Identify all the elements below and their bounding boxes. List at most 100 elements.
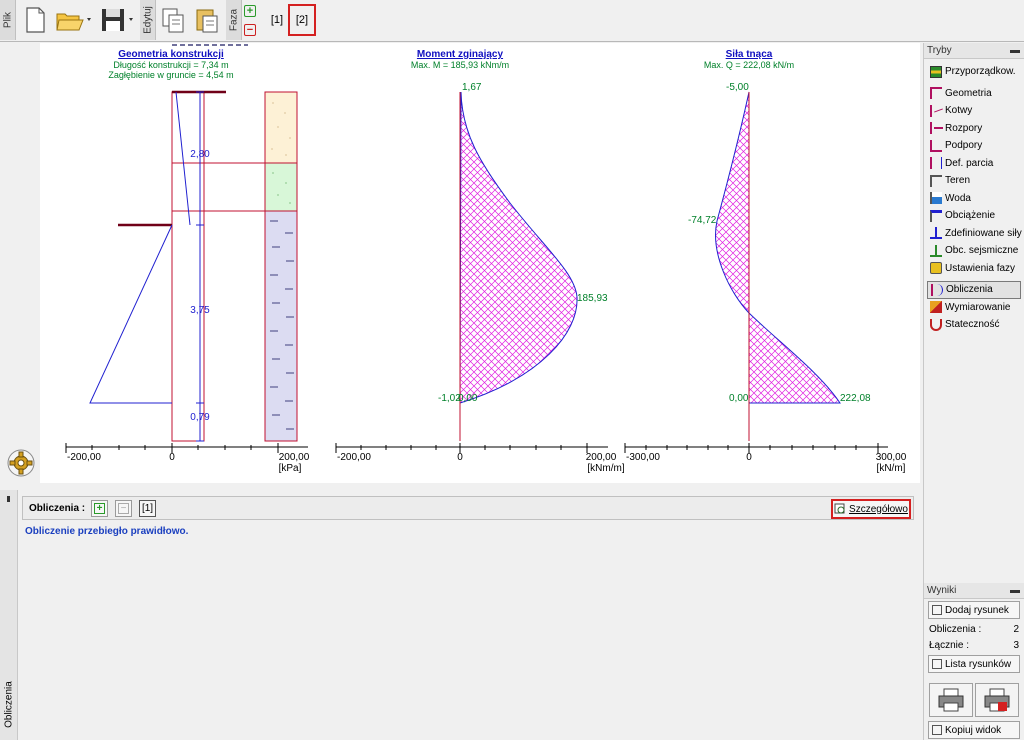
mode-surcharge[interactable]: Obciążenie (924, 207, 1024, 225)
shear-label-top: -5,00 (726, 82, 749, 93)
soil-layer-1 (264, 91, 298, 164)
new-file-icon (26, 7, 45, 33)
geometry-length: Długość konstrukcji = 7,34 m (113, 60, 228, 70)
stability-icon (930, 318, 942, 331)
mode-stability[interactable]: Stateczność (924, 316, 1024, 334)
left-strip (0, 43, 40, 483)
surcharge-icon (930, 209, 942, 222)
open-file-button[interactable] (54, 4, 94, 36)
mode-forces[interactable]: Zdefiniowane siły (924, 225, 1024, 243)
results-drawing[interactable]: Geometria konstrukcji Długość konstrukcj… (40, 43, 920, 483)
analysis-bar: Obliczenia : + − [1] Szczegółowo (22, 496, 914, 520)
plus-icon: + (94, 503, 105, 514)
shear-tick-minus: -300,00 (626, 452, 660, 463)
mode-pressure-def[interactable]: Def. parcia (924, 155, 1024, 173)
moment-title: Moment zginający (417, 49, 504, 60)
shear-label-zero: 0,00 (729, 393, 749, 404)
mode-water[interactable]: Woda (924, 190, 1024, 208)
dim-2-80: 2,80 (190, 149, 210, 160)
details-button[interactable]: Szczegółowo (831, 499, 911, 519)
moment-tick-zero: 0 (457, 452, 463, 463)
geometry-depth: Zagłębienie w gruncie = 4,54 m (108, 70, 233, 80)
shear-tick-zero: 0 (746, 452, 752, 463)
mode-terrain[interactable]: Teren (924, 172, 1024, 190)
mode-dimensioning[interactable]: Wymiarowanie (924, 299, 1024, 317)
chevron-down-icon (87, 18, 91, 21)
settings-button[interactable] (6, 448, 36, 478)
gear-icon (7, 449, 35, 477)
mode-anchors[interactable]: Kotwy (924, 102, 1024, 120)
dim-3-75: 3,75 (190, 305, 210, 316)
floppy-disk-icon (102, 9, 133, 31)
analysis-1-button[interactable]: [1] (139, 500, 156, 517)
mode-earthquake[interactable]: Obc. sejsmiczne (924, 242, 1024, 260)
phase-1-button[interactable]: [1] (266, 8, 288, 32)
main-toolbar: Plik Edytuj Faza + − [1] [2] (0, 0, 1024, 42)
moment-unit: [kNm/m] (587, 463, 624, 474)
moment-curve (459, 91, 578, 404)
copy-icon (162, 8, 184, 33)
bottom-tab-analysis[interactable]: Obliczenia (0, 490, 18, 740)
mode-analysis[interactable]: Obliczenia (927, 281, 1021, 299)
copy-view-button[interactable]: Kopiuj widok (928, 721, 1020, 739)
dim-0-79: 0,79 (190, 412, 210, 423)
copy-button[interactable] (158, 4, 188, 36)
save-file-button[interactable] (98, 4, 138, 36)
geometry-title: Geometria konstrukcji (118, 49, 224, 60)
tab-file[interactable]: Plik (0, 0, 16, 40)
print-button[interactable] (929, 683, 973, 717)
diagram-canvas: Geometria konstrukcji Długość konstrukcj… (65, 44, 907, 474)
mode-supports[interactable]: Podpory (924, 137, 1024, 155)
shear-label-min: -74,72 (688, 215, 717, 226)
props-icon (930, 122, 943, 135)
geometry-tick-plus: 200,00 (279, 452, 310, 463)
collapse-icon[interactable]: ▬ (1010, 45, 1020, 56)
geometry-icon (930, 87, 942, 100)
water-icon (930, 192, 942, 205)
moment-tick-plus: 200,00 (586, 452, 617, 463)
dimensioning-icon (930, 301, 942, 314)
remove-phase-button[interactable]: − (244, 24, 256, 36)
tab-phase[interactable]: Faza (226, 0, 242, 40)
wall-outline (171, 91, 205, 442)
shear-tick-plus: 300,00 (876, 452, 907, 463)
tab-edit[interactable]: Edytuj (140, 0, 156, 40)
phase-2-button[interactable]: [2] (288, 4, 316, 36)
print-export-button[interactable] (975, 683, 1019, 717)
moment-diagram: 1,67 185,93 -1,02 0,00 -200,00 0 200,00 … (335, 82, 625, 474)
open-folder-icon (56, 13, 91, 31)
collapse-icon[interactable]: ▬ (1010, 585, 1020, 596)
supports-icon (930, 139, 942, 152)
geometry-unit: [kPa] (279, 463, 302, 474)
soil-layer-2 (264, 162, 298, 212)
minus-icon: − (118, 503, 129, 514)
add-analysis-button[interactable]: + (91, 500, 108, 517)
shear-curve-negative (715, 91, 750, 315)
shear-max: Max. Q = 222,08 kN/m (704, 60, 794, 70)
terrain-icon (930, 174, 942, 187)
new-file-button[interactable] (20, 4, 50, 36)
printer-export-icon (984, 688, 1010, 712)
add-picture-button[interactable]: Dodaj rysunek (928, 601, 1020, 619)
moment-max: Max. M = 185,93 kNm/m (411, 60, 509, 70)
moment-label-top: 1,67 (462, 82, 482, 93)
details-icon (834, 503, 845, 514)
shear-title: Siła tnąca (726, 49, 773, 60)
remove-analysis-button[interactable]: − (115, 500, 132, 517)
anchor-icon (930, 104, 943, 117)
mode-geometry[interactable]: Geometria (924, 85, 1024, 103)
modes-header[interactable]: Tryby ▬ (924, 43, 1024, 59)
mode-phase-settings[interactable]: Ustawienia fazy (924, 260, 1024, 278)
paste-button[interactable] (192, 4, 222, 36)
add-picture-icon (932, 605, 942, 615)
mode-props[interactable]: Rozpory (924, 120, 1024, 138)
soil-layer-3 (264, 210, 298, 442)
results-header[interactable]: Wyniki ▬ (924, 583, 1024, 599)
pin-icon[interactable] (7, 496, 10, 502)
list-pictures-button[interactable]: Lista rysunków (928, 655, 1020, 673)
mode-assign[interactable]: Przyporządkow. (924, 63, 1024, 81)
earthquake-icon (930, 244, 942, 257)
list-pictures-icon (932, 659, 942, 669)
analysis-frame: Obliczenia : + − [1] Szczegółowo Oblicze… (20, 490, 920, 740)
add-phase-button[interactable]: + (244, 5, 256, 17)
